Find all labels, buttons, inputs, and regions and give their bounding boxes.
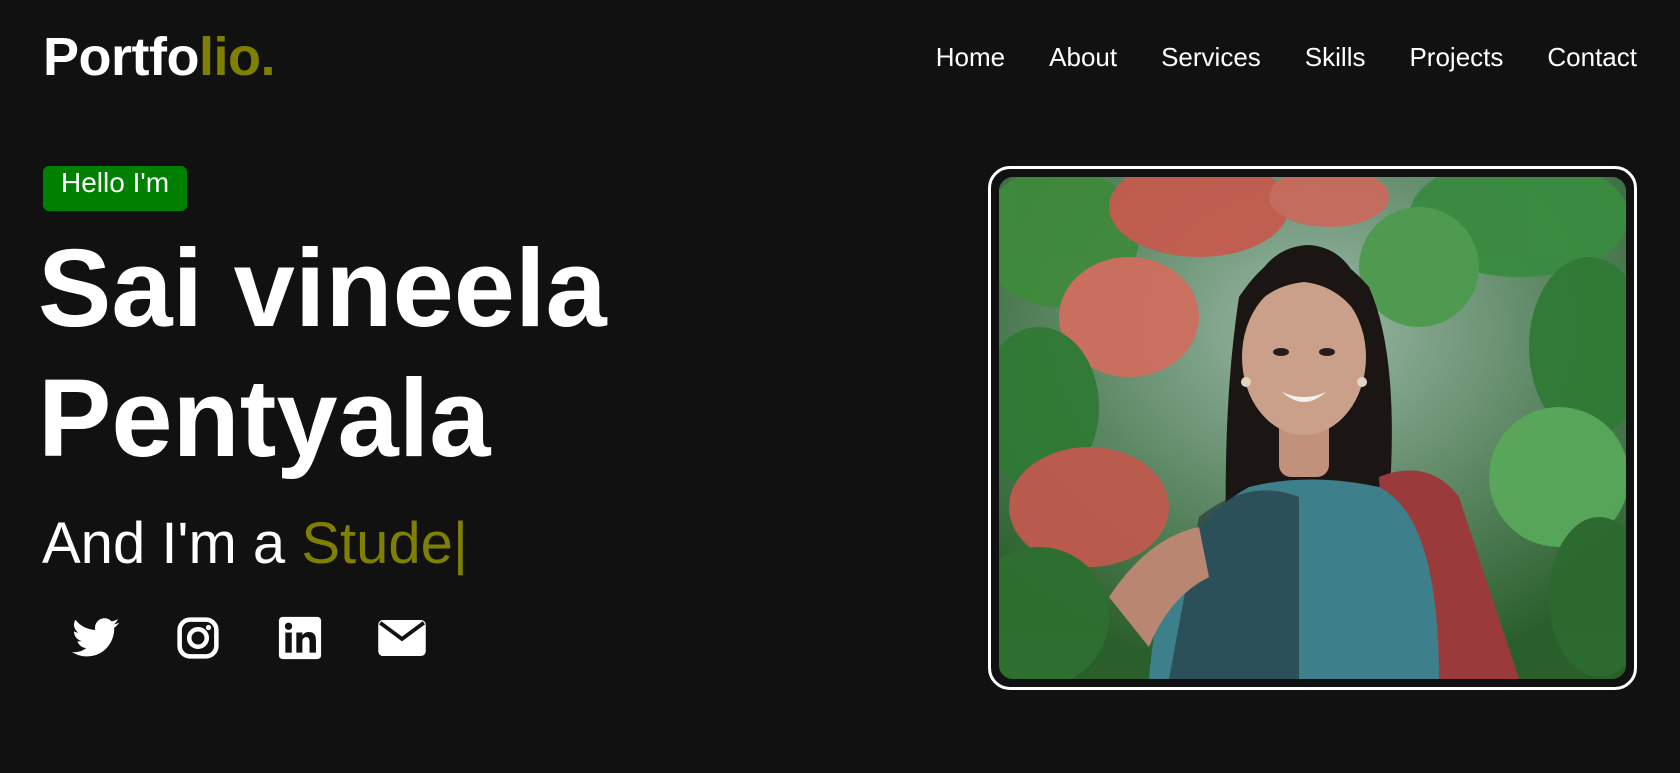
role-typed-text: Stude — [301, 511, 453, 576]
profile-photo — [999, 177, 1626, 679]
site-logo[interactable]: Portfolio. — [43, 24, 275, 90]
main-nav: Home About Services Skills Projects Cont… — [936, 39, 1637, 75]
greeting-badge: Hello I'm — [43, 166, 188, 211]
instagram-icon — [177, 617, 219, 659]
hero-role: And I'm a Stude| — [42, 506, 468, 582]
role-prefix: And I'm a — [42, 511, 302, 576]
twitter-icon — [72, 618, 120, 658]
logo-accent-text: lio. — [198, 27, 276, 87]
hero-name-line2: Pentyala — [38, 357, 491, 480]
nav-skills[interactable]: Skills — [1305, 39, 1366, 75]
linkedin-link[interactable] — [274, 612, 326, 664]
nav-services[interactable]: Services — [1161, 39, 1261, 75]
linkedin-icon — [278, 616, 322, 660]
nav-projects[interactable]: Projects — [1409, 39, 1503, 75]
profile-photo-frame — [988, 166, 1637, 690]
social-links — [70, 612, 478, 664]
instagram-link[interactable] — [172, 612, 224, 664]
twitter-link[interactable] — [70, 612, 122, 664]
nav-home[interactable]: Home — [936, 39, 1005, 75]
typing-cursor: | — [452, 511, 468, 576]
nav-about[interactable]: About — [1049, 39, 1117, 75]
hero-name-line1: Sai vineela — [38, 227, 607, 350]
logo-main-text: Portfo — [43, 27, 199, 87]
site-header: Portfolio. Home About Services Skills Pr… — [0, 0, 1680, 115]
email-link[interactable] — [376, 612, 428, 664]
nav-contact[interactable]: Contact — [1547, 39, 1637, 75]
email-icon — [377, 619, 427, 657]
hero-name: Sai vineela Pentyala — [38, 224, 607, 484]
